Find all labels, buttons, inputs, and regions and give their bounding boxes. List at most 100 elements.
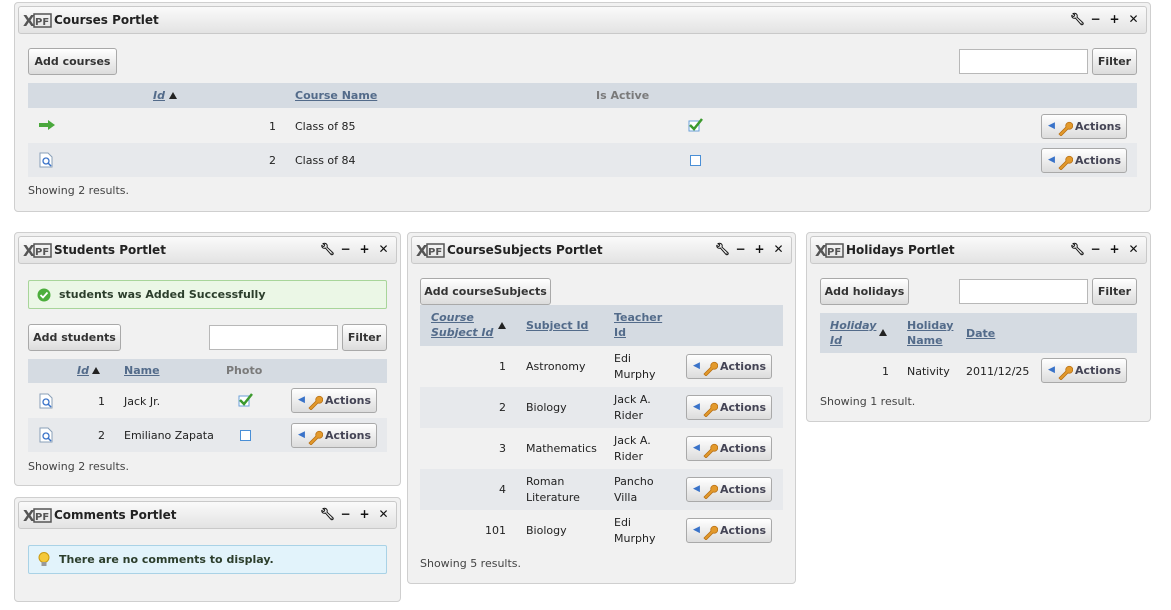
- portlet-header: X PF Holidays Portlet 🔧︎ − + ✕: [810, 236, 1147, 264]
- xpf-logo: X PF: [416, 242, 445, 259]
- students-filter-input[interactable]: [209, 325, 338, 350]
- cell-id: 3: [499, 442, 506, 455]
- table-row[interactable]: 4 Roman Literature Pancho Villa ◀ Action…: [420, 469, 783, 510]
- success-message: students was Added Successfully: [28, 280, 387, 309]
- close-icon[interactable]: ✕: [377, 507, 390, 521]
- actions-button[interactable]: ◀ Actions: [686, 477, 772, 502]
- check-icon: [238, 393, 253, 407]
- actions-label: Actions: [720, 360, 766, 373]
- xpf-logo: X PF: [23, 507, 52, 524]
- add-courses-button[interactable]: Add courses: [28, 48, 117, 75]
- column-header-holiday-id-line2[interactable]: Id: [830, 333, 842, 349]
- actions-button[interactable]: ◀ Actions: [686, 436, 772, 461]
- courses-filter-button[interactable]: Filter: [1092, 48, 1137, 75]
- results-count: Showing 2 results.: [28, 460, 130, 473]
- minimize-icon[interactable]: −: [734, 242, 747, 256]
- maximize-icon[interactable]: +: [1108, 242, 1121, 256]
- cell-course-name: Class of 84: [295, 154, 356, 167]
- add-coursesubjects-button[interactable]: Add courseSubjects: [420, 278, 551, 305]
- grid-header: Id Course Name Is Active: [28, 83, 1137, 108]
- cell-teacher: Jack A.: [614, 434, 651, 447]
- actions-button[interactable]: ◀ Actions: [686, 518, 772, 543]
- column-header-id[interactable]: Id: [153, 88, 165, 104]
- cell-name: Emiliano Zapata: [124, 429, 214, 442]
- cell-id: 1: [269, 120, 276, 133]
- table-row[interactable]: 2 Class of 84 ◀ Actions: [28, 143, 1137, 177]
- holidays-filter-button[interactable]: Filter: [1092, 278, 1137, 305]
- table-row[interactable]: 1 Astronomy Edi Murphy ◀ Actions: [420, 346, 783, 387]
- wrench-icon[interactable]: 🔧︎: [320, 242, 335, 256]
- window-tools: 🔧︎ − + ✕: [715, 242, 785, 256]
- results-count: Showing 1 result.: [820, 395, 916, 408]
- message-text: There are no comments to display.: [59, 553, 274, 566]
- wrench-icon[interactable]: 🔧︎: [715, 242, 730, 256]
- table-row[interactable]: 1 Jack Jr. ◀ Actions: [28, 383, 387, 418]
- column-header-course-name[interactable]: Course Name: [295, 88, 377, 104]
- minimize-icon[interactable]: −: [339, 507, 352, 521]
- column-header-photo: Photo: [226, 364, 263, 377]
- column-header-subject-id[interactable]: Subject Id: [526, 318, 588, 334]
- actions-label: Actions: [1075, 120, 1121, 133]
- maximize-icon[interactable]: +: [358, 242, 371, 256]
- actions-button[interactable]: ◀ Actions: [1041, 148, 1127, 173]
- maximize-icon[interactable]: +: [753, 242, 766, 256]
- add-students-button[interactable]: Add students: [28, 324, 121, 351]
- holidays-filter-input[interactable]: [959, 279, 1088, 304]
- actions-button[interactable]: ◀ Actions: [1041, 358, 1127, 383]
- column-header-date[interactable]: Date: [966, 326, 995, 342]
- actions-button[interactable]: ◀ Actions: [686, 395, 772, 420]
- column-header-holiday-name[interactable]: Holiday: [907, 318, 953, 334]
- table-row[interactable]: 1 Class of 85 ◀ Actions: [28, 108, 1137, 143]
- window-tools: 🔧︎ − + ✕: [320, 507, 390, 521]
- students-portlet: X PF Students Portlet 🔧︎ − + ✕ students w…: [14, 232, 401, 486]
- xpf-logo: X PF: [23, 242, 52, 259]
- actions-button[interactable]: ◀ Actions: [291, 388, 377, 413]
- column-header-teacher-id[interactable]: Teacher: [614, 310, 662, 326]
- close-icon[interactable]: ✕: [772, 242, 785, 256]
- actions-button[interactable]: ◀ Actions: [686, 354, 772, 379]
- column-header-holiday-name-line2[interactable]: Name: [907, 333, 943, 349]
- cell-teacher-line2: Rider: [614, 409, 643, 422]
- close-icon[interactable]: ✕: [377, 242, 390, 256]
- minimize-icon[interactable]: −: [339, 242, 352, 256]
- actions-label: Actions: [720, 483, 766, 496]
- wrench-icon: [1058, 121, 1073, 136]
- chevron-left-icon: ◀: [298, 395, 305, 405]
- students-filter-button[interactable]: Filter: [342, 324, 387, 351]
- cell-teacher: Jack A.: [614, 393, 651, 406]
- holidays-portlet: X PF Holidays Portlet 🔧︎ − + ✕ Add holida…: [806, 232, 1151, 422]
- actions-label: Actions: [325, 429, 371, 442]
- close-icon[interactable]: ✕: [1127, 242, 1140, 256]
- wrench-icon[interactable]: 🔧︎: [1070, 12, 1085, 26]
- table-row[interactable]: 2 Emiliano Zapata ◀ Actions: [28, 418, 387, 452]
- cell-subject: Mathematics: [526, 442, 597, 455]
- add-holidays-button[interactable]: Add holidays: [820, 278, 909, 305]
- courses-filter-input[interactable]: [959, 49, 1088, 74]
- table-row[interactable]: 2 Biology Jack A. Rider ◀ Actions: [420, 387, 783, 428]
- minimize-icon[interactable]: −: [1089, 12, 1102, 26]
- minimize-icon[interactable]: −: [1089, 242, 1102, 256]
- svg-text:X: X: [23, 12, 35, 29]
- close-icon[interactable]: ✕: [1127, 12, 1140, 26]
- actions-button[interactable]: ◀ Actions: [291, 423, 377, 448]
- column-header-id[interactable]: Id: [77, 363, 89, 379]
- column-header-course-subject-id-line2[interactable]: Subject Id: [431, 325, 493, 341]
- column-header-course-subject-id[interactable]: Course: [431, 310, 474, 326]
- column-header-teacher-id-line2[interactable]: Id: [614, 325, 626, 341]
- table-row[interactable]: 3 Mathematics Jack A. Rider ◀ Actions: [420, 428, 783, 469]
- portlet-title: CourseSubjects Portlet: [447, 243, 603, 257]
- maximize-icon[interactable]: +: [358, 507, 371, 521]
- maximize-icon[interactable]: +: [1108, 12, 1121, 26]
- column-header-holiday-id[interactable]: Holiday: [830, 318, 876, 334]
- cell-teacher: Edi: [614, 516, 631, 529]
- wrench-icon[interactable]: 🔧︎: [1070, 242, 1085, 256]
- wrench-icon[interactable]: 🔧︎: [320, 507, 335, 521]
- actions-button[interactable]: ◀ Actions: [1041, 114, 1127, 139]
- column-header-name[interactable]: Name: [124, 363, 160, 379]
- cell-holiday-name: Nativity: [907, 365, 950, 378]
- table-row[interactable]: 101 Biology Edi Murphy ◀ Actions: [420, 510, 783, 551]
- courses-portlet: X PF Courses Portlet 🔧︎ − + ✕ Add courses…: [14, 2, 1151, 212]
- wrench-icon: [308, 395, 323, 410]
- table-row[interactable]: 1 Nativity 2011/12/25 ◀ Actions: [820, 353, 1137, 389]
- cell-id: 2: [499, 401, 506, 414]
